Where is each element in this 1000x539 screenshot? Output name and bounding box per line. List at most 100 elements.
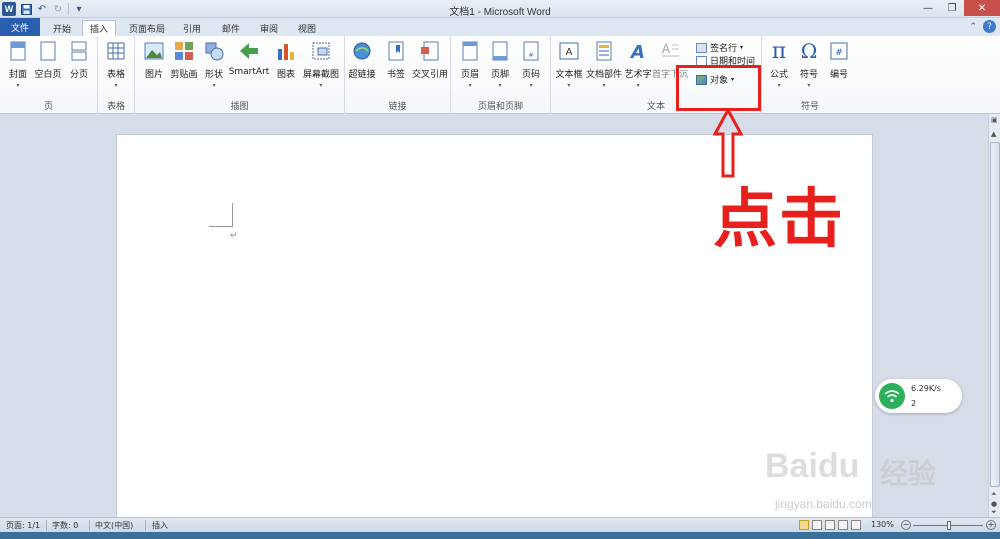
ribbon-collapse-icon[interactable]: ⌃ [969,22,977,32]
tab-file[interactable]: 文件 [0,18,40,36]
language-indicator[interactable]: 中文(中国) [95,520,133,531]
zoom-level[interactable]: 130% [871,520,894,529]
clip-art-label: 剪贴画 [170,70,198,80]
screenshot-label: 屏幕截图 [303,70,340,80]
window-controls: — ❐ ✕ [916,0,1000,16]
number-icon: # [829,40,849,62]
number-button[interactable]: # 编号 [824,40,854,80]
footer-button[interactable]: 页脚 ▾ [485,40,515,89]
number-label: 编号 [829,70,848,80]
group-illustrations: 图片 剪贴画 形状 ▾ SmartArt 图表 屏幕截图 ▾ 插图 [135,36,345,114]
full-screen-reading-icon[interactable] [812,520,822,530]
date-time-button[interactable]: 日期和时间 [696,56,755,65]
print-layout-icon[interactable] [799,520,809,530]
table-button[interactable]: 表格 ▾ [101,40,131,89]
highlight-box [676,65,761,111]
group-header-footer: 页眉 ▾ 页脚 ▾ # 页码 ▾ 页眉和页脚 [451,36,551,114]
network-speed-widget[interactable]: 6.29K/s 2 [875,379,962,413]
header-button[interactable]: 页眉 ▾ [455,40,485,89]
outline-icon[interactable] [838,520,848,530]
dropdown-icon: ▾ [807,82,811,89]
page-count[interactable]: 页面: 1/1 [6,520,40,531]
bookmark-button[interactable]: 书签 [381,40,411,80]
group-label-symbols: 符号 [800,102,819,112]
dropdown-icon: ▾ [468,82,472,89]
screenshot-button[interactable]: 屏幕截图 ▾ [303,40,340,89]
dropdown-icon: ▾ [740,44,744,51]
date-time-icon [696,56,707,65]
group-label-links: 链接 [388,102,407,112]
tab-references[interactable]: 引用 [176,20,208,36]
ruler-toggle-icon[interactable]: ▣ [991,116,998,124]
wordart-button[interactable]: A 艺术字 ▾ [623,40,653,89]
page-break-button[interactable]: 分页 [64,40,94,80]
equation-button[interactable]: π 公式 ▾ [764,39,794,90]
word-count[interactable]: 字数: 0 [52,520,78,531]
close-icon[interactable]: ✕ [964,0,1000,16]
bookmark-icon [386,40,406,62]
device-count: 2 [911,399,917,408]
bookmark-label: 书签 [386,70,405,80]
zoom-slider-thumb[interactable] [947,521,951,530]
page-number-button[interactable]: # 页码 ▾ [516,40,546,89]
text-box-button[interactable]: A 文本框 ▾ [554,40,584,89]
page-margin-mark [209,203,233,227]
tab-review[interactable]: 审阅 [253,20,285,36]
view-buttons [799,520,861,530]
quick-parts-button[interactable]: 文档部件 ▾ [586,40,622,89]
browse-object-icon[interactable]: ● [991,500,997,508]
status-divider [46,520,47,531]
insert-mode[interactable]: 插入 [152,520,168,531]
title-bar: W ↶ ↻ ▾ 文档1 - Microsoft Word — ❐ ✕ [0,0,1000,18]
next-page-icon[interactable]: ⏷ [991,508,997,517]
hyperlink-icon [352,40,372,62]
symbol-button[interactable]: Ω 符号 ▾ [794,39,824,89]
chart-label: 图表 [276,70,295,80]
smartart-icon [239,40,259,62]
zoom-out-icon[interactable]: − [901,520,911,530]
clip-art-button[interactable]: 剪贴画 [169,40,199,80]
maximize-icon[interactable]: ❐ [940,0,964,16]
footer-icon [490,40,510,62]
cover-page-button[interactable]: 封面 ▾ [3,40,33,89]
tab-insert[interactable]: 插入 [82,20,116,36]
page-break-icon [69,40,89,62]
group-label-pages: 页 [43,102,53,112]
zoom-in-icon[interactable]: + [986,520,996,530]
tab-page-layout[interactable]: 页面布局 [124,20,170,36]
tab-view[interactable]: 视图 [291,20,323,36]
group-label-tables: 表格 [106,102,125,112]
web-layout-icon[interactable] [825,520,835,530]
scroll-thumb[interactable] [990,142,1000,487]
vertical-scrollbar[interactable]: ▣ ▲ ⏶ ● ⏷ [988,114,1000,517]
page-break-label: 分页 [69,70,88,80]
svg-text:A: A [566,47,573,58]
shapes-button[interactable]: 形状 ▾ [199,40,229,89]
tabs-right-controls: ⌃ ? [969,20,996,33]
shapes-label: 形状 [204,70,223,80]
signature-line-label: 签名行 [710,44,738,54]
cross-reference-button[interactable]: 交叉引用 [412,40,448,80]
help-icon[interactable]: ? [983,20,996,33]
picture-icon [144,40,164,62]
dropdown-icon: ▾ [319,82,323,89]
picture-button[interactable]: 图片 [139,40,169,80]
minimize-icon[interactable]: — [916,0,940,16]
prev-page-icon[interactable]: ⏶ [991,490,997,499]
scroll-up-icon[interactable]: ▲ [991,130,996,138]
smartart-button[interactable]: SmartArt [229,40,269,77]
tab-mailings[interactable]: 邮件 [215,20,247,36]
tab-home[interactable]: 开始 [46,20,78,36]
signature-line-button[interactable]: 签名行 ▾ [696,41,743,54]
footer-label: 页脚 [490,70,509,80]
status-divider [89,520,90,531]
draft-icon[interactable] [851,520,861,530]
dropdown-icon: ▾ [602,82,606,89]
hyperlink-button[interactable]: 超链接 [347,40,377,80]
svg-text:A: A [662,42,671,56]
dropdown-icon: ▾ [114,82,118,89]
blank-page-icon [38,40,58,62]
dropdown-icon: ▾ [636,82,640,89]
chart-button[interactable]: 图表 [271,40,301,80]
blank-page-button[interactable]: 空白页 [33,40,63,80]
